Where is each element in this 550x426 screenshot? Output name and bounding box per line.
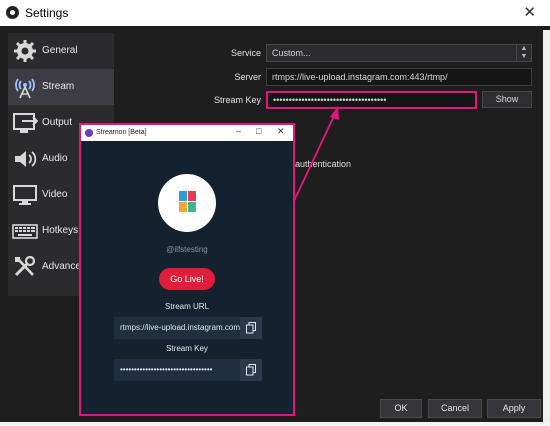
copy-url-button[interactable] <box>240 317 262 339</box>
streamon-titlebar: Streamon [Beta] – □ ✕ <box>81 125 293 141</box>
streamon-window: Streamon [Beta] – □ ✕ @ilfstesting Go Li… <box>79 123 295 416</box>
maximize-button[interactable]: □ <box>256 126 261 136</box>
profile-logo-icon <box>179 191 197 213</box>
go-live-button[interactable]: Go Live! <box>159 268 215 290</box>
stream-url-field[interactable]: rtmps://live-upload.instagram.com:443/rt… <box>114 317 240 339</box>
minimize-button[interactable]: – <box>236 126 241 136</box>
copy-key-button[interactable] <box>240 359 262 381</box>
stream-key-field[interactable]: ••••••••••••••••••••••••••••••••• <box>114 359 240 381</box>
streamon-logo-icon <box>85 129 93 137</box>
copy-icon <box>246 364 256 376</box>
streamon-close-button[interactable]: ✕ <box>277 126 285 137</box>
stream-key-section-label: Stream Key <box>166 344 208 353</box>
copy-icon <box>246 322 256 334</box>
avatar <box>158 174 216 232</box>
streamon-title: Streamon [Beta] <box>96 129 147 136</box>
username: @ilfstesting <box>166 245 208 254</box>
stream-url-label: Stream URL <box>164 302 209 311</box>
